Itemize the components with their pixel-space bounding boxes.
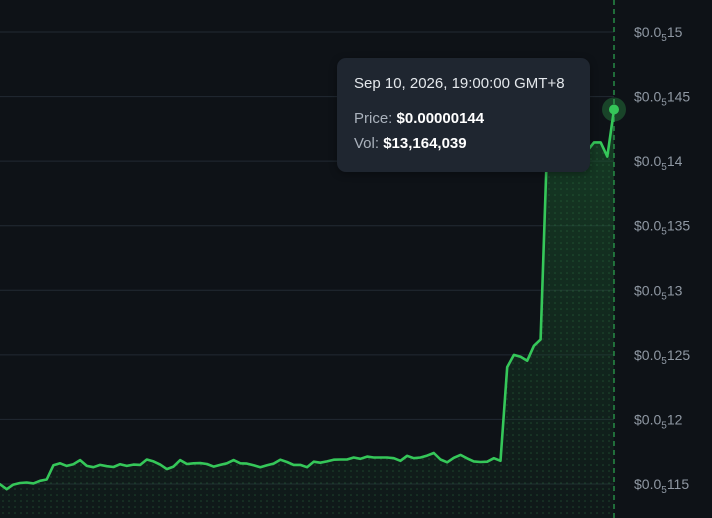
- y-tick-label: $0.05115: [634, 476, 689, 496]
- y-tick-label: $0.0512: [634, 411, 683, 431]
- y-tick-label: $0.0514: [634, 153, 683, 173]
- tooltip-price-label: Price:: [354, 110, 393, 127]
- hover-marker-dot: [609, 104, 619, 115]
- tooltip-price-row: Price: $0.00000144: [354, 110, 573, 128]
- tooltip-volume-label: Vol:: [354, 135, 380, 152]
- y-tick-label: $0.05125: [634, 347, 690, 367]
- price-tooltip: Sep 10, 2026, 19:00:00 GMT+8 Price: $0.0…: [337, 58, 590, 172]
- tooltip-time: Sep 10, 2026, 19:00:00 GMT+8: [354, 75, 565, 92]
- y-axis: $0.0515 $0.05145 $0.0514 $0.05135 $0.0513 $0.…: [634, 24, 690, 496]
- y-tick-label: $0.0515: [634, 24, 683, 44]
- tooltip-volume-row: Vol: $13,164,039: [354, 135, 573, 153]
- y-tick-label: $0.0513: [634, 282, 683, 302]
- price-chart[interactable]: $0.0515 $0.05145 $0.0514 $0.05135 $0.0513 $0.…: [0, 0, 712, 518]
- y-tick-label: $0.05135: [634, 218, 690, 238]
- y-tick-label: $0.05145: [634, 89, 690, 109]
- hover-marker-layer: [602, 97, 626, 122]
- tooltip-volume-value: $13,164,039: [383, 135, 467, 152]
- tooltip-price-value: $0.00000144: [396, 110, 485, 127]
